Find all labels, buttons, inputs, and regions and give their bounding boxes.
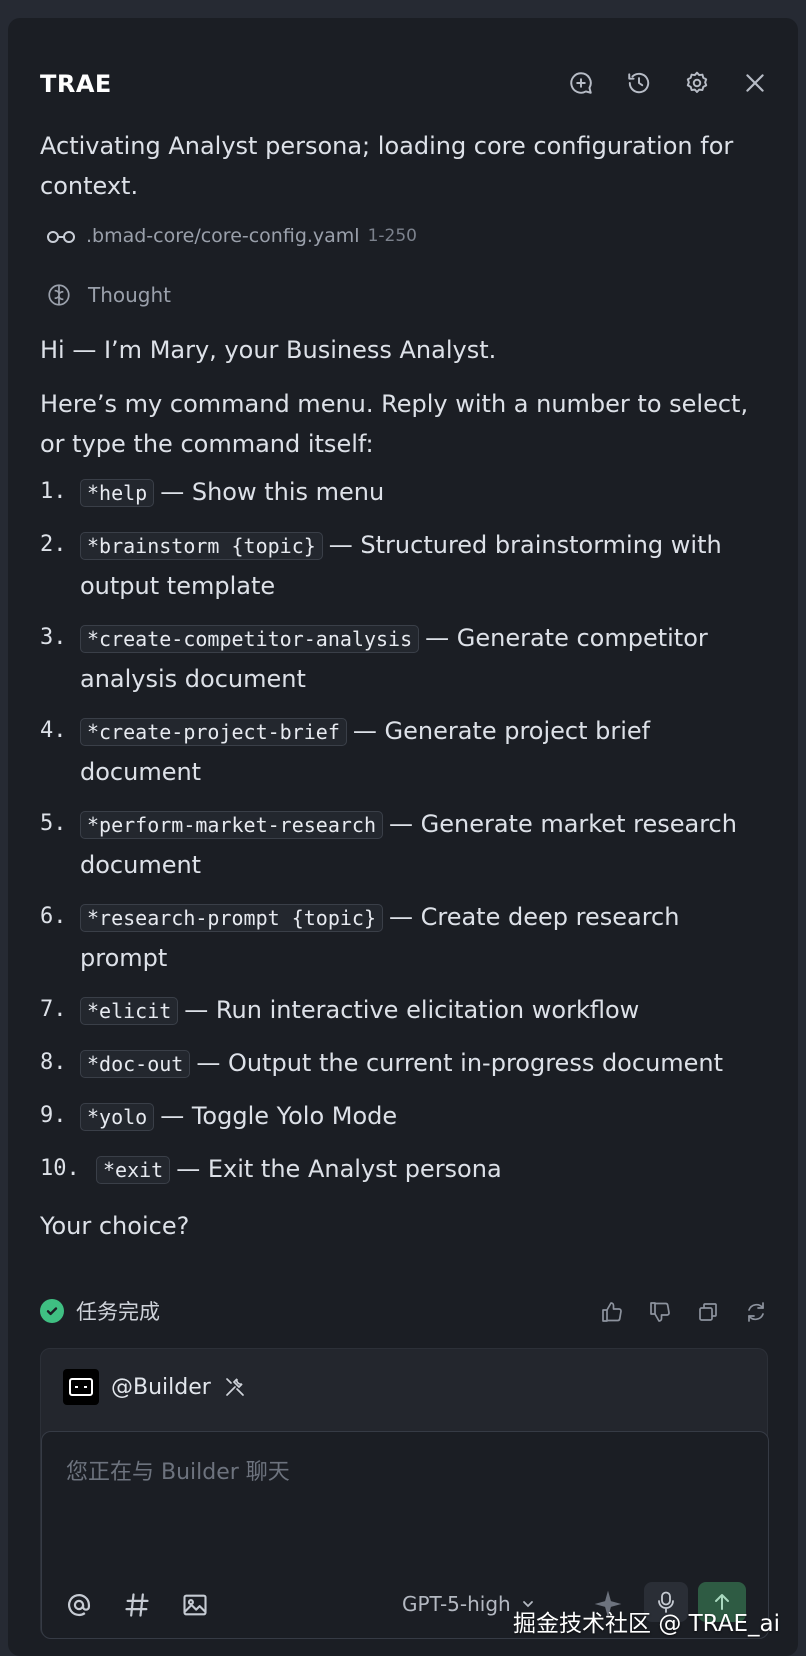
file-range: 1-250 xyxy=(367,226,417,246)
list-item: 10. *exit — Exit the Analyst persona xyxy=(40,1149,768,1190)
greeting-text: Hi — I’m Mary, your Business Analyst. xyxy=(40,336,497,364)
image-icon[interactable] xyxy=(180,1590,210,1620)
command-code: *yolo xyxy=(80,1103,155,1131)
feedback-actions xyxy=(598,1298,770,1326)
brain-icon xyxy=(48,284,70,306)
copy-icon[interactable] xyxy=(694,1298,722,1326)
status-label: 任务完成 xyxy=(76,1300,160,1324)
list-item: 4. *create-project-brief — Generate projec… xyxy=(40,711,768,792)
list-item: 8. *doc-out — Output the current in-progre… xyxy=(40,1043,768,1084)
command-desc: — Run interactive elicitation workflow xyxy=(184,996,640,1024)
header-actions xyxy=(566,68,770,98)
command-code: *exit xyxy=(96,1156,171,1184)
command-list: 1. *help — Show this menu 2. *brainstorm {t… xyxy=(40,472,768,1190)
closing-text: Your choice? xyxy=(40,1212,190,1240)
retry-icon[interactable] xyxy=(742,1298,770,1326)
chat-panel: TRAE Activating Analyst persona; loading… xyxy=(8,18,798,1656)
list-item: 3. *create-competitor-analysis — Generate … xyxy=(40,618,768,699)
item-number: 4. xyxy=(40,718,67,743)
command-desc: — Output the current in-progress documen… xyxy=(196,1049,724,1077)
watermark: 掘金技术社区 @ TRAE_ai xyxy=(513,1611,780,1637)
list-item: 2. *brainstorm {topic} — Structured brains… xyxy=(40,525,768,606)
input-tools xyxy=(64,1590,210,1620)
assistant-message: Activating Analyst persona; loading core… xyxy=(40,126,768,1246)
thumbs-up-icon[interactable] xyxy=(598,1298,626,1326)
glasses-icon xyxy=(47,231,75,243)
command-desc: — Exit the Analyst persona xyxy=(176,1155,502,1183)
file-name: .bmad-core/core-config.yaml xyxy=(86,225,360,247)
item-number: 10. xyxy=(40,1156,80,1181)
command-code: *doc-out xyxy=(80,1050,191,1078)
item-number: 9. xyxy=(40,1103,67,1128)
thought-label: Thought xyxy=(88,283,172,307)
list-item: 5. *perform-market-research — Generate mar… xyxy=(40,804,768,885)
item-number: 2. xyxy=(40,532,67,557)
header: TRAE xyxy=(40,68,770,102)
close-icon[interactable] xyxy=(740,68,770,98)
task-status: 任务完成 xyxy=(40,1296,160,1326)
mention-icon[interactable] xyxy=(64,1590,94,1620)
list-item: 1. *help — Show this menu xyxy=(40,472,768,513)
item-number: 5. xyxy=(40,811,67,836)
command-desc: — Show this menu xyxy=(160,478,385,506)
builder-avatar-icon xyxy=(63,1369,99,1405)
list-item: 9. *yolo — Toggle Yolo Mode xyxy=(40,1096,768,1137)
check-circle-icon xyxy=(40,1299,64,1323)
list-item: 7. *elicit — Run interactive elicitation w… xyxy=(40,990,768,1031)
command-code: *perform-market-research xyxy=(80,811,383,839)
command-code: *create-competitor-analysis xyxy=(80,625,420,653)
hashtag-icon[interactable] xyxy=(122,1590,152,1620)
thought-toggle[interactable]: Thought xyxy=(40,278,768,312)
command-code: *research-prompt {topic} xyxy=(80,904,383,932)
new-chat-icon[interactable] xyxy=(566,68,596,98)
chat-composer: @Builder 您正在与 Builder 聊天 GPT-5-high xyxy=(40,1348,769,1639)
file-reference[interactable]: .bmad-core/core-config.yaml 1-250 xyxy=(40,216,768,256)
item-number: 6. xyxy=(40,904,67,929)
command-code: *help xyxy=(80,479,155,507)
command-code: *brainstorm {topic} xyxy=(80,532,323,560)
intro-text: Activating Analyst persona; loading core… xyxy=(40,132,734,200)
thumbs-down-icon[interactable] xyxy=(646,1298,674,1326)
item-number: 7. xyxy=(40,997,67,1022)
brand-title: TRAE xyxy=(40,70,112,98)
agent-name: @Builder xyxy=(111,1374,211,1400)
command-code: *create-project-brief xyxy=(80,718,347,746)
item-number: 1. xyxy=(40,479,67,504)
status-row: 任务完成 xyxy=(40,1296,770,1332)
model-name: GPT-5-high xyxy=(402,1592,511,1616)
agent-selector[interactable]: @Builder xyxy=(63,1367,247,1407)
item-number: 3. xyxy=(40,625,67,650)
settings-icon[interactable] xyxy=(682,68,712,98)
history-icon[interactable] xyxy=(624,68,654,98)
command-desc: — Toggle Yolo Mode xyxy=(160,1102,398,1130)
command-code: *elicit xyxy=(80,997,179,1025)
tools-icon xyxy=(225,1378,244,1396)
menu-intro-text: Here’s my command menu. Reply with a num… xyxy=(40,390,749,458)
item-number: 8. xyxy=(40,1050,67,1075)
input-placeholder: 您正在与 Builder 聊天 xyxy=(66,1460,290,1485)
list-item: 6. *research-prompt {topic} — Create deep … xyxy=(40,897,768,978)
